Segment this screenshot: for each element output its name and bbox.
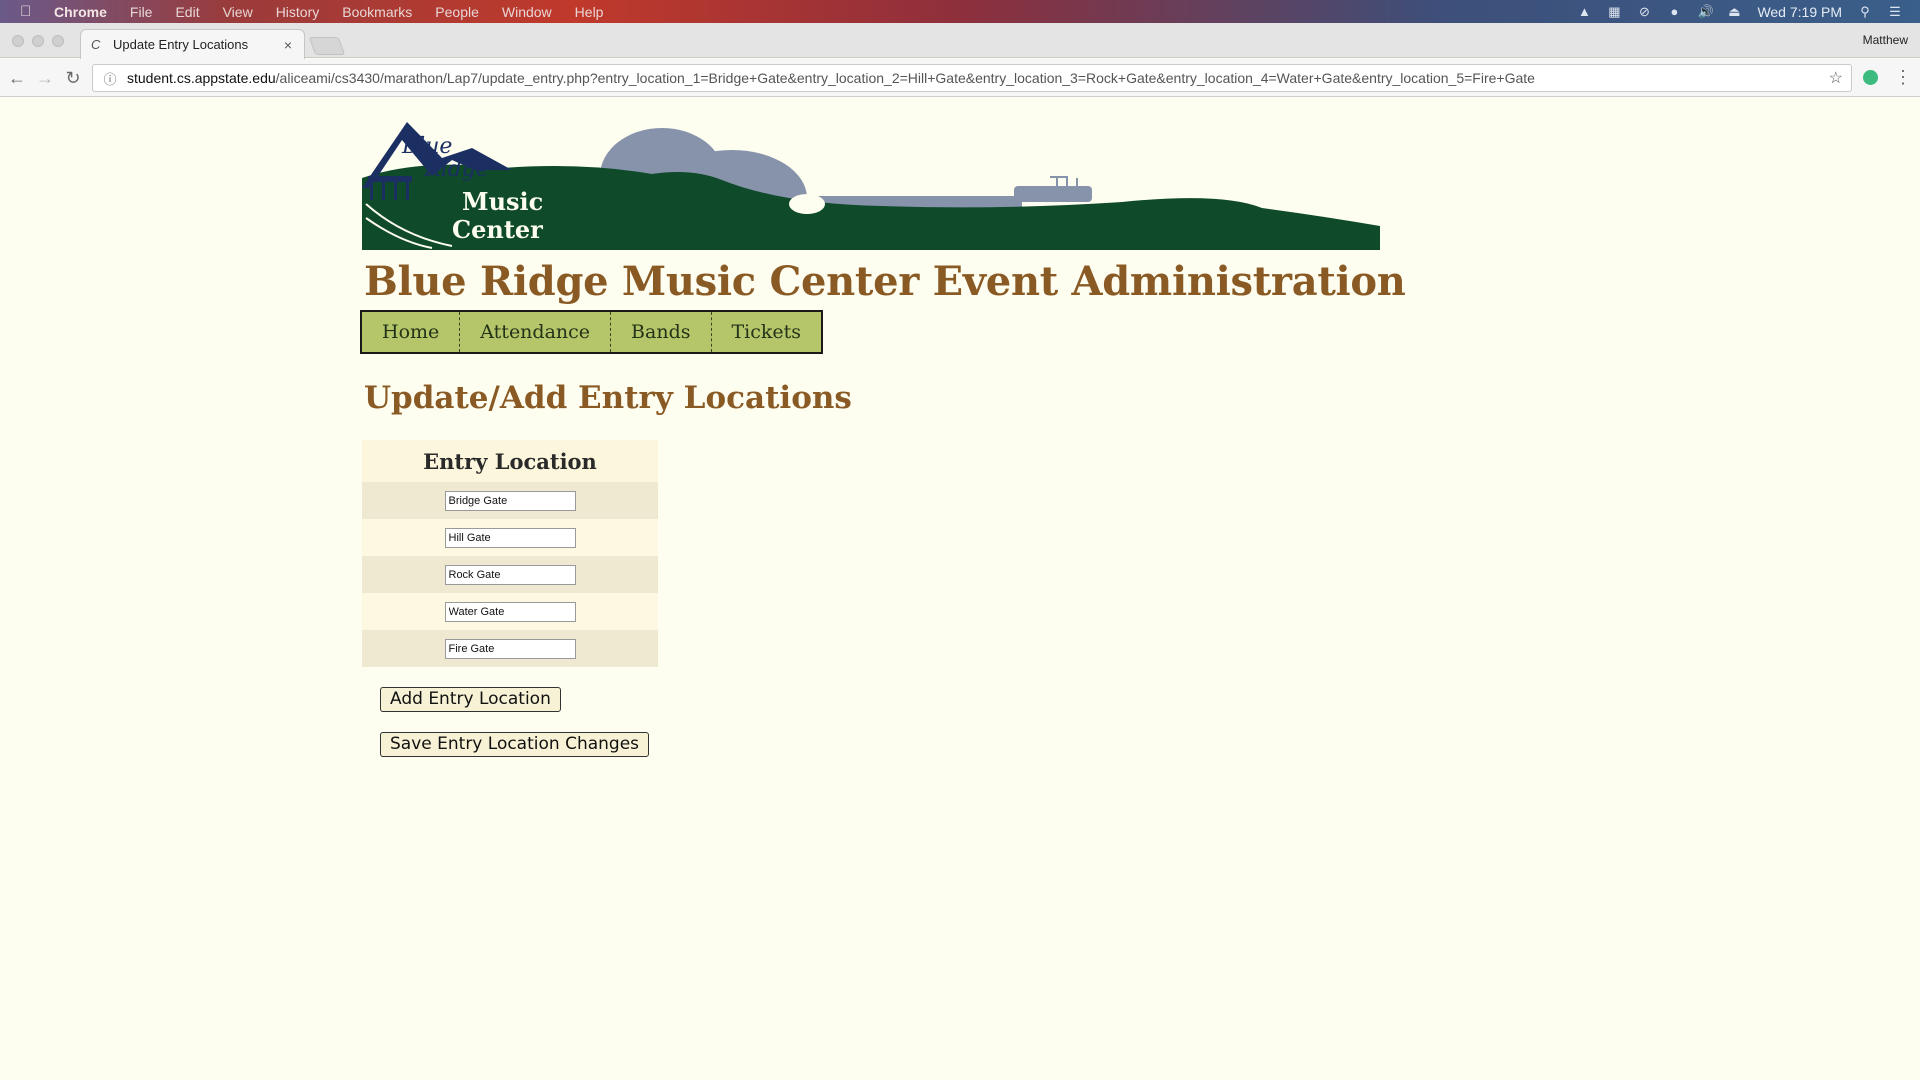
menu-help[interactable]: Help [575, 4, 604, 20]
tab-title: Update Entry Locations [113, 37, 249, 52]
window-minimize-icon[interactable] [32, 35, 44, 47]
url-path: /aliceami/cs3430/marathon/Lap7/update_en… [275, 70, 1535, 86]
entry-location-header: Entry Location [362, 440, 658, 482]
spotlight-search-icon[interactable]: ⚲ [1858, 5, 1872, 18]
window-grid-icon[interactable]: ▦ [1607, 5, 1621, 18]
menu-app-chrome[interactable]: Chrome [54, 4, 107, 20]
save-entry-location-changes-button[interactable]: Save Entry Location Changes [380, 732, 650, 757]
guitar-tuner [1050, 176, 1068, 178]
browser-toolbar: ← → ↻ ⓘ student.cs.appstate.edu/aliceami… [0, 59, 1920, 97]
blue-ridge-banner-logo: Blue Ridge Music Center [362, 122, 1380, 250]
entry-location-input-3[interactable] [444, 564, 576, 585]
nav-attendance[interactable]: Attendance [460, 312, 612, 352]
entry-location-input-1[interactable] [444, 490, 576, 511]
entry-location-input-2[interactable] [444, 527, 576, 548]
menu-edit[interactable]: Edit [175, 4, 199, 20]
macos-menu-bar:  Chrome File Edit View History Bookmark… [0, 0, 1920, 23]
location-icon[interactable]: ● [1667, 5, 1681, 18]
page-heading: Update/Add Entry Locations [364, 380, 852, 416]
add-entry-location-button[interactable]: Add Entry Location [380, 687, 561, 712]
extension-icon[interactable] [1863, 70, 1878, 85]
volume-icon[interactable]: 🔊 [1697, 5, 1713, 18]
menu-history[interactable]: History [276, 4, 320, 20]
logo-text-blue: Blue [401, 134, 452, 159]
main-nav: Home Attendance Bands Tickets [360, 310, 824, 354]
apple-icon[interactable]:  [20, 3, 42, 20]
window-close-icon[interactable] [12, 35, 24, 47]
tab-close-icon[interactable]: × [280, 37, 296, 53]
guitar-headstock [1014, 186, 1092, 202]
notification-center-icon[interactable]: ☰ [1888, 5, 1902, 18]
drive-icon[interactable]: ▲ [1577, 5, 1591, 18]
menu-view[interactable]: View [223, 4, 253, 20]
table-row [362, 556, 658, 593]
nav-tickets[interactable]: Tickets [712, 312, 822, 352]
url-host: student.cs.appstate.edu [127, 70, 276, 86]
status-area: ▲ ▦ ⊘ ● 🔊 ⏏ Wed 7:19 PM ⚲ ☰ [1577, 0, 1920, 23]
menu-clock[interactable]: Wed 7:19 PM [1757, 4, 1842, 20]
menu-bookmarks[interactable]: Bookmarks [342, 4, 412, 20]
profile-button[interactable]: Matthew [1863, 33, 1908, 47]
page-favicon-icon: C [91, 37, 101, 52]
logo-porch-post-2 [382, 182, 385, 200]
sync-icon[interactable]: ⊘ [1637, 5, 1651, 18]
table-row [362, 482, 658, 519]
forward-arrow-icon[interactable]: → [34, 67, 56, 89]
chrome-menu-icon[interactable]: ⋮ [1894, 67, 1912, 88]
back-arrow-icon[interactable]: ← [6, 67, 28, 89]
table-cell [362, 630, 658, 667]
browser-tab-strip: C Update Entry Locations × Matthew [0, 23, 1920, 59]
table-cell [362, 519, 658, 556]
logo-text-music: Music [462, 187, 543, 216]
table-row [362, 630, 658, 667]
site-title: Blue Ridge Music Center Event Administra… [364, 258, 1406, 305]
logo-porch-roof [368, 176, 412, 182]
table-cell [362, 482, 658, 519]
guitar-sound-hole [789, 194, 825, 214]
logo-text-ridge: Ridge [423, 157, 489, 182]
entry-location-input-5[interactable] [444, 638, 576, 659]
logo-porch-post-1 [370, 182, 373, 200]
new-tab-button[interactable] [308, 37, 346, 55]
entry-location-table: Entry Location [362, 440, 658, 667]
web-page: Blue Ridge Music Center Blue Ridge Music… [0, 98, 1920, 1080]
browser-tab-active[interactable]: C Update Entry Locations × [80, 29, 305, 59]
nav-home[interactable]: Home [362, 312, 461, 352]
site-info-icon[interactable]: ⓘ [101, 69, 119, 88]
logo-porch-post-4 [406, 182, 409, 200]
menu-people[interactable]: People [435, 4, 479, 20]
table-header-row: Entry Location [362, 440, 658, 482]
table-row [362, 519, 658, 556]
logo-porch-post-3 [394, 182, 397, 200]
address-bar[interactable]: ⓘ student.cs.appstate.edu/aliceami/cs343… [92, 64, 1852, 92]
menu-window[interactable]: Window [502, 4, 552, 20]
nav-bands[interactable]: Bands [611, 312, 712, 352]
window-zoom-icon[interactable] [52, 35, 64, 47]
eject-icon[interactable]: ⏏ [1727, 5, 1741, 18]
table-cell [362, 556, 658, 593]
entry-location-input-4[interactable] [444, 601, 576, 622]
logo-text-center: Center [452, 215, 543, 244]
table-cell [362, 593, 658, 630]
reload-icon[interactable]: ↻ [62, 67, 84, 89]
menu-file[interactable]: File [130, 4, 153, 20]
table-row [362, 593, 658, 630]
bookmark-star-icon[interactable]: ☆ [1829, 68, 1843, 88]
